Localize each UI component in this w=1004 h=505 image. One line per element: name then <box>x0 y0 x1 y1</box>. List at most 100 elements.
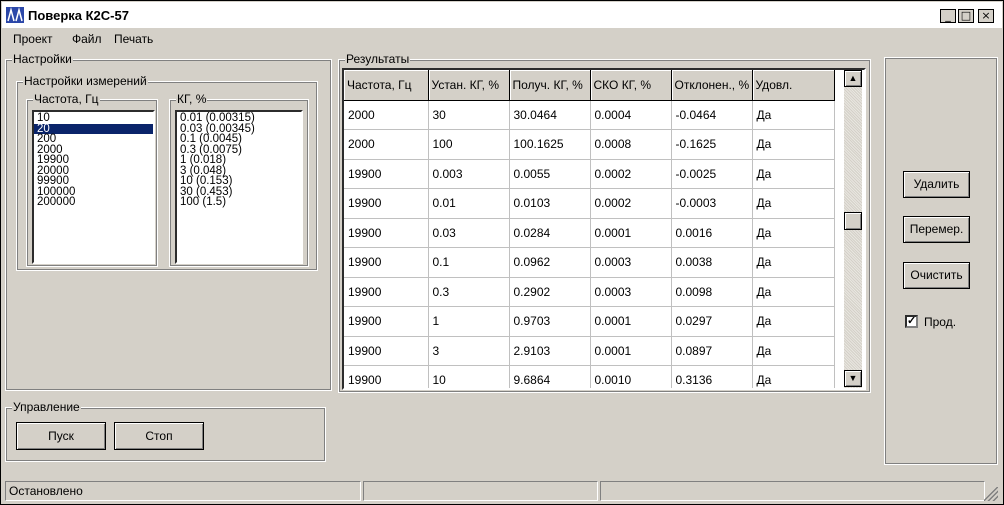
status-text: Остановлено <box>5 481 361 501</box>
table-cell: 19900 <box>344 365 429 388</box>
table-cell: 0.0284 <box>509 218 591 248</box>
menu-print[interactable]: Печать <box>114 32 153 46</box>
column-header-deviation[interactable]: Отклонен., % <box>671 70 753 101</box>
table-cell: -0.1625 <box>671 129 753 160</box>
table-row[interactable]: 19900 1 0.9703 0.0001 0.0297 Да <box>344 306 835 337</box>
table-cell: Да <box>752 247 835 278</box>
table-row[interactable]: 19900 0.1 0.0962 0.0003 0.0038 Да <box>344 247 835 278</box>
delete-button[interactable]: Удалить <box>903 171 970 198</box>
kg-item[interactable]: 0.1 (0.0045) <box>177 134 301 145</box>
table-cell: 100 <box>428 129 510 160</box>
kg-item[interactable]: 10 (0.153) <box>177 176 301 187</box>
frequency-item[interactable]: 19900 <box>34 155 153 166</box>
table-cell: 2.9103 <box>509 336 591 366</box>
frequency-list[interactable]: 10 20 200 2000 19900 20000 99900 100000 … <box>32 110 155 264</box>
minimize-button[interactable]: _ <box>940 9 956 23</box>
close-button[interactable]: × <box>978 9 994 23</box>
measure-settings-group: Настройки измерений Частота, Гц 10 20 20… <box>16 74 318 271</box>
table-cell: Да <box>752 336 835 366</box>
stop-button[interactable]: Стоп <box>114 422 204 450</box>
table-cell: 0.0297 <box>671 306 753 337</box>
table-cell: 0.0002 <box>590 159 672 189</box>
kg-item[interactable]: 100 (1.5) <box>177 197 301 208</box>
table-cell: 30 <box>428 100 510 130</box>
table-cell: 0.0010 <box>590 365 672 388</box>
table-cell: 0.9703 <box>509 306 591 337</box>
table-row[interactable]: 2000 30 30.0464 0.0004 -0.0464 Да <box>344 100 835 130</box>
table-cell: 19900 <box>344 218 429 248</box>
table-cell: -0.0025 <box>671 159 753 189</box>
table-cell: 3 <box>428 336 510 366</box>
table-cell: 0.0103 <box>509 188 591 219</box>
main-window: Поверка К2С-57 _ □ × Проект Файл Печать … <box>0 0 1004 505</box>
table-cell: 2000 <box>344 100 429 130</box>
results-scrollbar[interactable]: ▲ ▼ <box>844 70 862 388</box>
continue-label: Прод. <box>924 315 957 329</box>
table-cell: 1 <box>428 306 510 337</box>
table-cell: 0.3136 <box>671 365 753 388</box>
frequency-item[interactable]: 99900 <box>34 176 153 187</box>
scroll-up-arrow-icon[interactable]: ▲ <box>844 70 862 87</box>
frequency-item[interactable]: 10 <box>34 113 153 124</box>
table-cell: 19900 <box>344 336 429 366</box>
table-cell: 0.0098 <box>671 277 753 307</box>
table-cell: Да <box>752 188 835 219</box>
column-header-measured-kg[interactable]: Получ. КГ, % <box>509 70 591 101</box>
table-cell: 0.0001 <box>590 218 672 248</box>
table-cell: -0.0003 <box>671 188 753 219</box>
table-row[interactable]: 19900 0.03 0.0284 0.0001 0.0016 Да <box>344 218 835 248</box>
frequency-item[interactable]: 200 <box>34 134 153 145</box>
clear-button[interactable]: Очистить <box>903 262 970 289</box>
kg-title: КГ, % <box>176 92 208 106</box>
table-row[interactable]: 19900 0.003 0.0055 0.0002 -0.0025 Да <box>344 159 835 189</box>
measure-settings-title: Настройки измерений <box>23 74 148 88</box>
scroll-thumb[interactable] <box>844 212 862 230</box>
kg-item[interactable]: 0.01 (0.00315) <box>177 113 301 124</box>
results-table[interactable]: Частота, Гц Устан. КГ, % Получ. КГ, % СК… <box>342 68 866 390</box>
column-header-frequency[interactable]: Частота, Гц <box>344 70 429 101</box>
actions-panel: Удалить Перемер. Очистить ✓ Прод. <box>884 57 998 465</box>
scroll-down-arrow-icon[interactable]: ▼ <box>844 370 862 387</box>
table-cell: 0.0001 <box>590 336 672 366</box>
app-icon <box>6 7 24 23</box>
table-cell: -0.0464 <box>671 100 753 130</box>
table-cell: 19900 <box>344 306 429 337</box>
table-cell: 0.3 <box>428 277 510 307</box>
kg-list[interactable]: 0.01 (0.00315) 0.03 (0.00345) 0.1 (0.004… <box>175 110 303 264</box>
resize-grip-icon[interactable] <box>984 487 998 501</box>
table-cell: 2000 <box>344 129 429 160</box>
frequency-item[interactable]: 200000 <box>34 197 153 208</box>
table-cell: 10 <box>428 365 510 388</box>
table-cell: 0.003 <box>428 159 510 189</box>
table-cell: 0.0897 <box>671 336 753 366</box>
table-cell: 19900 <box>344 277 429 307</box>
table-row[interactable]: 19900 10 9.6864 0.0010 0.3136 Да <box>344 365 835 388</box>
control-group-title: Управление <box>12 400 81 414</box>
table-row[interactable]: 19900 3 2.9103 0.0001 0.0897 Да <box>344 336 835 366</box>
column-header-set-kg[interactable]: Устан. КГ, % <box>428 70 510 101</box>
table-cell: Да <box>752 100 835 130</box>
start-button[interactable]: Пуск <box>16 422 106 450</box>
table-cell: 0.2902 <box>509 277 591 307</box>
kg-item[interactable]: 1 (0.018) <box>177 155 301 166</box>
table-cell: 0.0055 <box>509 159 591 189</box>
maximize-button[interactable]: □ <box>958 9 974 23</box>
title-bar[interactable]: Поверка К2С-57 _ □ × <box>2 2 1002 28</box>
window-title: Поверка К2С-57 <box>28 8 129 23</box>
column-header-satisfactory[interactable]: Удовл. <box>752 70 835 101</box>
table-row[interactable]: 19900 0.01 0.0103 0.0002 -0.0003 Да <box>344 188 835 219</box>
table-cell: 0.0008 <box>590 129 672 160</box>
table-cell: 9.6864 <box>509 365 591 388</box>
remeasure-button[interactable]: Перемер. <box>903 216 970 243</box>
table-row[interactable]: 2000 100 100.1625 0.0008 -0.1625 Да <box>344 129 835 160</box>
table-cell: Да <box>752 306 835 337</box>
continue-checkbox[interactable]: ✓ <box>905 315 918 328</box>
menu-project[interactable]: Проект <box>13 32 53 46</box>
frequency-group: Частота, Гц 10 20 200 2000 19900 20000 9… <box>26 92 158 267</box>
table-row[interactable]: 19900 0.3 0.2902 0.0003 0.0098 Да <box>344 277 835 307</box>
table-cell: 0.0016 <box>671 218 753 248</box>
table-cell: Да <box>752 218 835 248</box>
column-header-sko-kg[interactable]: СКО КГ, % <box>590 70 672 101</box>
menu-file[interactable]: Файл <box>72 32 102 46</box>
frequency-title: Частота, Гц <box>33 92 100 106</box>
